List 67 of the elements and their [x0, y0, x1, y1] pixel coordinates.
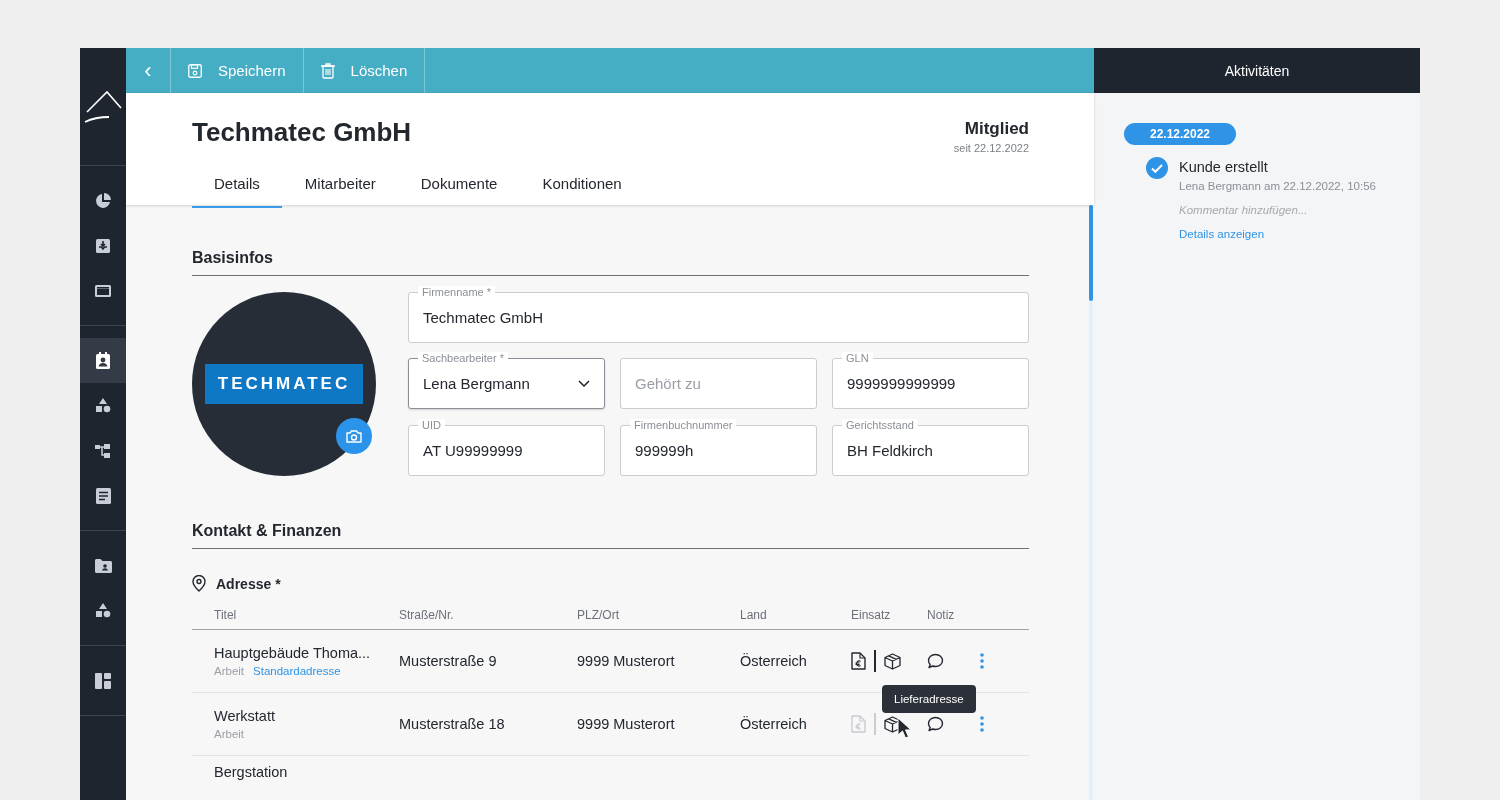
tab[interactable]: Details — [192, 167, 282, 208]
default-address-tag: Standardadresse — [253, 665, 341, 677]
contact-card-icon — [95, 352, 111, 369]
column-header: Notiz — [927, 608, 956, 622]
tab[interactable]: Konditionen — [520, 167, 644, 208]
invoice-icon — [851, 652, 866, 670]
delivery-toggle[interactable] — [883, 652, 901, 670]
field-label: Firmenname * — [418, 286, 496, 298]
page-title: Techmatec GmbH — [192, 117, 412, 149]
mouse-pointer-icon — [897, 717, 912, 739]
table-cell-text: 9999 Musterort — [577, 653, 676, 669]
date-badge: 22.12.2022 — [1124, 123, 1236, 145]
inbox-icon — [95, 237, 111, 254]
address-title: Bergstation — [214, 764, 289, 780]
shapes-icon — [95, 397, 111, 414]
trash-icon — [320, 62, 335, 79]
field-label: GLN — [842, 352, 873, 365]
camera-icon — [346, 429, 362, 443]
field-label: Firmenbuchnummer — [630, 418, 737, 431]
column-header: Einsatz — [851, 608, 892, 622]
table-cell-text: Österreich — [740, 716, 808, 732]
camera-button[interactable] — [336, 418, 372, 454]
address-title: Werkstatt — [214, 708, 276, 724]
subsection-heading: Adresse * — [216, 575, 281, 592]
member-status: Mitglied — [963, 119, 1029, 139]
table-cell-text: Musterstraße 9 — [399, 653, 498, 669]
table-cell-text: Österreich — [740, 653, 808, 669]
activity-title: Kunde erstellt — [1179, 159, 1269, 175]
contact-folder-icon — [94, 558, 112, 573]
more-vertical-icon — [980, 716, 984, 732]
column-header: Titel — [214, 608, 238, 622]
address-type: Arbeit — [214, 665, 245, 677]
activity-meta: Lena Bergmann am 22.12.2022, 10:56 — [1179, 180, 1376, 192]
section-heading: Kontakt & Finanzen — [192, 522, 1029, 549]
field-label: UID — [418, 418, 445, 431]
package-icon — [883, 652, 901, 670]
tab[interactable]: Mitarbeiter — [282, 167, 398, 208]
invoice-toggle[interactable] — [851, 652, 866, 670]
tab[interactable]: Dokumente — [398, 167, 520, 208]
credit-card-icon — [95, 283, 111, 298]
dashboard-icon — [95, 672, 111, 689]
column-header: Land — [740, 608, 768, 622]
address-type: Arbeit — [214, 728, 245, 740]
document-icon — [95, 487, 111, 504]
table-cell-text: 9999 Musterort — [577, 716, 676, 732]
speech-bubble-icon — [927, 653, 944, 669]
invoice-icon — [851, 715, 866, 733]
table-cell-text: Musterstraße 18 — [399, 716, 506, 732]
company-logo: TECHMATEC — [205, 364, 363, 404]
mountain-logo-icon — [83, 89, 123, 124]
column-header: Straße/Nr. — [399, 608, 455, 622]
panel-title: Aktivitäten — [1094, 48, 1420, 93]
section-heading: Basisinfos — [192, 249, 1029, 276]
member-since: seit 22.12.2022 — [953, 142, 1029, 154]
pie-chart-icon — [95, 192, 111, 209]
address-title: Hauptgebäude Thoma... — [214, 645, 372, 661]
field-label: Sachbearbeiter * — [418, 352, 508, 365]
tooltip: Lieferadresse — [882, 685, 976, 713]
sidebar-item[interactable] — [80, 338, 126, 383]
hierarchy-icon — [95, 442, 111, 459]
field-label: Gerichtsstand — [842, 418, 918, 431]
shapes-icon — [95, 602, 111, 619]
chevron-down-icon — [578, 380, 590, 388]
location-pin-icon — [192, 575, 206, 592]
column-header: PLZ/Ort — [577, 608, 620, 622]
more-vertical-icon — [980, 653, 984, 669]
speech-bubble-icon — [927, 716, 944, 732]
